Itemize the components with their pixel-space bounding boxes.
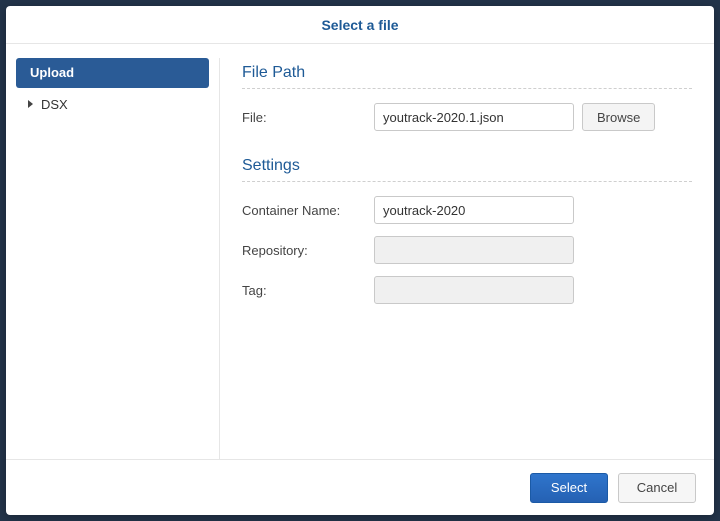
- sidebar: Upload DSX: [6, 58, 220, 459]
- sidebar-item-label: DSX: [41, 97, 68, 112]
- sidebar-item-dsx[interactable]: DSX: [16, 90, 209, 120]
- dialog-title: Select a file: [6, 6, 714, 44]
- container-name-label: Container Name:: [242, 203, 374, 218]
- section-title-settings: Settings: [242, 157, 692, 182]
- cancel-button[interactable]: Cancel: [618, 473, 696, 503]
- browse-button[interactable]: Browse: [582, 103, 655, 131]
- dialog-footer: Select Cancel: [6, 459, 714, 515]
- dialog-window: Select a file Upload DSX File Path File:…: [6, 6, 714, 515]
- section-title-file-path: File Path: [242, 64, 692, 89]
- main-panel: File Path File: Browse Settings Containe…: [220, 58, 714, 459]
- file-label: File:: [242, 110, 374, 125]
- repository-input[interactable]: [374, 236, 574, 264]
- sidebar-item-label: Upload: [30, 65, 74, 80]
- tag-label: Tag:: [242, 283, 374, 298]
- sidebar-item-upload[interactable]: Upload: [16, 58, 209, 88]
- select-button[interactable]: Select: [530, 473, 608, 503]
- tag-input[interactable]: [374, 276, 574, 304]
- repository-label: Repository:: [242, 243, 374, 258]
- container-name-input[interactable]: [374, 196, 574, 224]
- file-input[interactable]: [374, 103, 574, 131]
- chevron-right-icon: [28, 100, 33, 108]
